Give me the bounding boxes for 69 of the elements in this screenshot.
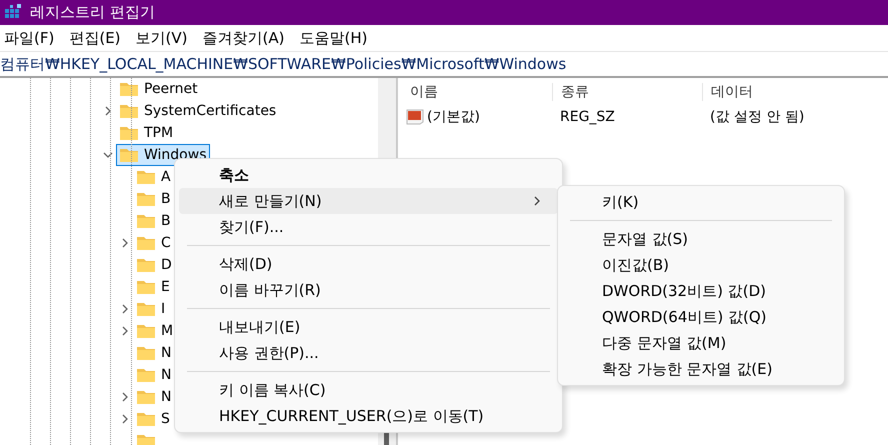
- folder-icon: [136, 389, 156, 405]
- value-name: (기본값): [402, 108, 552, 126]
- menu-item[interactable]: 편집(E): [65, 28, 132, 48]
- tree-item[interactable]: M: [133, 320, 176, 342]
- string-value-icon: [406, 109, 424, 125]
- folder-icon: [136, 411, 156, 427]
- tree-item[interactable]: B: [133, 210, 174, 232]
- address-field[interactable]: 컴퓨터₩HKEY_LOCAL_MACHINE₩SOFTWARE₩Policies₩Microsoft₩Windows: [0, 51, 888, 78]
- value-data: (값 설정 안 됨): [709, 108, 806, 126]
- column-header[interactable]: 종류: [552, 83, 702, 101]
- folder-icon: [136, 345, 156, 361]
- chevron-right-icon[interactable]: [120, 326, 130, 336]
- context-menu-item[interactable]: 찾기(F)...: [179, 214, 558, 240]
- chevron-right-icon[interactable]: [120, 392, 130, 402]
- context-menu-item[interactable]: 사용 권한(P)...: [179, 340, 558, 366]
- folder-icon: [136, 235, 156, 251]
- context-menu-item[interactable]: HKEY_CURRENT_USER(으)로 이동(T): [179, 403, 558, 429]
- folder-icon: [119, 125, 139, 141]
- submenu-item[interactable]: 확장 가능한 문자열 값(E): [562, 356, 840, 382]
- tree-item[interactable]: SystemCertificates: [116, 100, 280, 122]
- folder-icon: [136, 169, 156, 185]
- chevron-right-icon: [532, 196, 542, 206]
- context-menu-item[interactable]: 내보내기(E): [179, 314, 558, 340]
- tree-item[interactable]: A: [133, 166, 174, 188]
- submenu-item[interactable]: 키(K): [562, 189, 840, 215]
- tree-item[interactable]: I: [133, 298, 168, 320]
- menu-item[interactable]: 보기(V): [132, 28, 198, 48]
- folder-icon: [119, 103, 139, 119]
- chevron-right-icon[interactable]: [120, 238, 130, 248]
- tree-item[interactable]: N: [133, 386, 174, 408]
- tree-item[interactable]: N: [133, 364, 174, 386]
- context-menu-item[interactable]: 새로 만들기(N): [179, 188, 558, 214]
- context-menu-item[interactable]: 이름 바꾸기(R): [179, 277, 558, 303]
- column-header[interactable]: 데이터: [702, 83, 888, 101]
- folder-icon: [136, 279, 156, 295]
- tree-item[interactable]: Peernet: [116, 78, 201, 100]
- folder-icon: [136, 323, 156, 339]
- menu-item[interactable]: 도움말(H): [295, 28, 378, 48]
- tree-item[interactable]: B: [133, 188, 174, 210]
- window-title: 레지스트리 편집기: [30, 3, 155, 22]
- tree-item[interactable]: E: [133, 276, 173, 298]
- folder-icon: [136, 433, 156, 445]
- folder-icon: [136, 301, 156, 317]
- folder-icon: [119, 147, 139, 163]
- tree-item[interactable]: TPM: [116, 122, 176, 144]
- folder-icon: [136, 191, 156, 207]
- chevron-right-icon[interactable]: [120, 304, 130, 314]
- context-menu-item[interactable]: 삭제(D): [179, 251, 558, 277]
- tree-item[interactable]: C: [133, 232, 174, 254]
- menu-item[interactable]: 즐겨찾기(A): [198, 28, 296, 48]
- submenu-item[interactable]: QWORD(64비트) 값(Q): [562, 304, 840, 330]
- folder-icon: [136, 213, 156, 229]
- chevron-down-icon[interactable]: [103, 150, 113, 160]
- column-header[interactable]: 이름: [402, 83, 552, 101]
- menu-item[interactable]: 파일(F): [0, 28, 66, 48]
- folder-icon: [136, 257, 156, 273]
- folder-icon: [119, 81, 139, 97]
- tree-item[interactable]: S: [133, 408, 173, 430]
- submenu-item[interactable]: 문자열 값(S): [562, 226, 840, 252]
- tree-item[interactable]: N: [133, 342, 174, 364]
- submenu-item[interactable]: 이진값(B): [562, 252, 840, 278]
- context-menu-item[interactable]: 키 이름 복사(C): [179, 377, 558, 403]
- tree-item[interactable]: D: [133, 254, 175, 276]
- submenu-item[interactable]: DWORD(32비트) 값(D): [562, 278, 840, 304]
- chevron-right-icon[interactable]: [120, 414, 130, 424]
- chevron-right-icon[interactable]: [103, 106, 113, 116]
- submenu-item[interactable]: 다중 문자열 값(M): [562, 330, 840, 356]
- folder-icon: [136, 367, 156, 383]
- value-type: REG_SZ: [559, 109, 616, 125]
